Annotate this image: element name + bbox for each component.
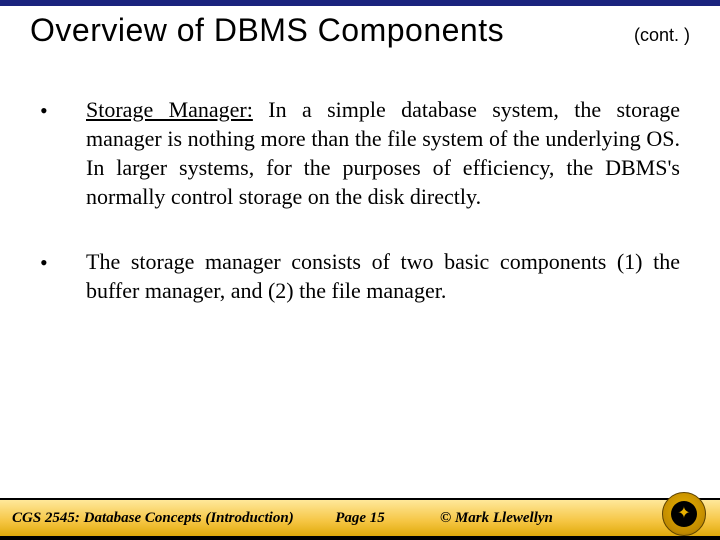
footer: CGS 2545: Database Concepts (Introductio… <box>0 498 720 540</box>
footer-copyright: © Mark Llewellyn <box>440 510 553 527</box>
bullet-1: • Storage Manager: In a simple database … <box>40 95 680 211</box>
title-row: Overview of DBMS Components (cont. ) <box>30 12 690 49</box>
footer-rule-bottom <box>0 536 720 540</box>
slide-title-suffix: (cont. ) <box>634 25 690 46</box>
bullet-text: The storage manager consists of two basi… <box>86 247 680 305</box>
bullet-lead-underline: Storage Manager: <box>86 97 253 122</box>
slide-title: Overview of DBMS Components <box>30 12 504 49</box>
bullet-rest: The storage manager consists of two basi… <box>86 249 680 303</box>
bullet-2: • The storage manager consists of two ba… <box>40 247 680 305</box>
slide-body: • Storage Manager: In a simple database … <box>40 95 680 341</box>
top-accent-bar <box>0 0 720 6</box>
seal-icon: ✦ <box>662 492 706 536</box>
bullet-marker: • <box>40 95 86 211</box>
footer-page: Page 15 <box>335 510 385 527</box>
bullet-text: Storage Manager: In a simple database sy… <box>86 95 680 211</box>
footer-bar: CGS 2545: Database Concepts (Introductio… <box>0 500 720 536</box>
bullet-marker: • <box>40 247 86 305</box>
footer-course: CGS 2545: Database Concepts (Introductio… <box>12 510 294 527</box>
